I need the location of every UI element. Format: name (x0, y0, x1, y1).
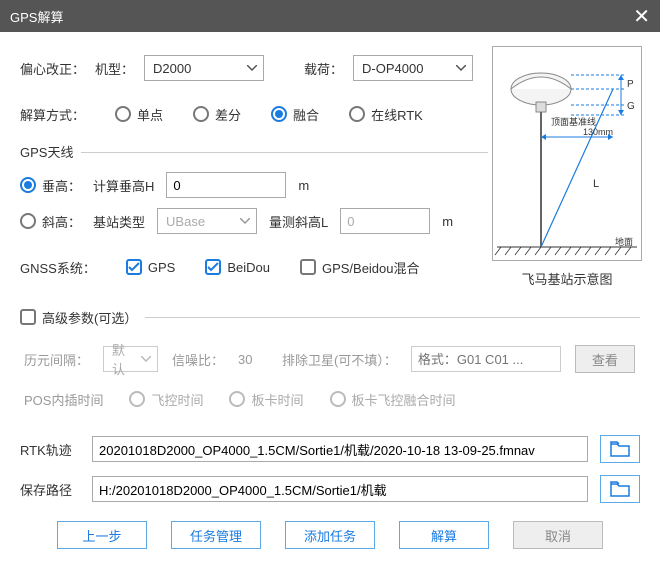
pos-opt1-radio: 飞控时间 (129, 390, 203, 409)
rtk-label: RTK轨迹 (20, 440, 80, 459)
chevron-down-icon (240, 218, 250, 224)
titlebar: GPS解算 ✕ (0, 0, 660, 32)
exclude-label: 排除卫星(可不填）： (282, 350, 397, 369)
method-label: 解算方式： (20, 105, 85, 124)
rtk-path-row: RTK轨迹 (20, 435, 640, 463)
method-row: 解算方式： 单点 差分 融合 在线RTK (20, 96, 488, 132)
slant-radio[interactable]: 斜高： (20, 212, 81, 231)
save-path-row: 保存路径 (20, 475, 640, 503)
station-type-value: UBase (166, 214, 205, 229)
method-fusion-radio[interactable]: 融合 (271, 105, 319, 124)
epoch-select: 默认 (103, 346, 158, 372)
eccentricity-label: 偏心改正： (20, 59, 85, 78)
diagram-letter-l: L (593, 178, 599, 190)
chevron-down-icon (247, 65, 257, 71)
prev-button[interactable]: 上一步 (57, 521, 147, 549)
cancel-button[interactable]: 取消 (513, 521, 603, 549)
gnss-beidou-checkbox[interactable]: BeiDou (205, 259, 270, 275)
pos-opt2-radio: 板卡时间 (229, 390, 303, 409)
diagram-caption: 飞马基站示意图 (492, 269, 642, 288)
calc-h-label: 计算垂高H (93, 176, 154, 195)
unit-m2: m (442, 214, 453, 229)
gnss-mix-checkbox[interactable]: GPS/Beidou混合 (300, 258, 420, 277)
diagram-letter-g: G (627, 101, 635, 112)
slant-row: 斜高： 基站类型 UBase 量测斜高L m (20, 203, 488, 239)
station-diagram: P G 顶面基准线 130mm L 地面 (492, 46, 642, 261)
station-type-label: 基站类型 (93, 212, 145, 231)
diagram-letter-p: P (627, 79, 634, 90)
slant-l-label: 量测斜高L (269, 212, 328, 231)
station-type-select[interactable]: UBase (157, 208, 257, 234)
chevron-down-icon (456, 65, 466, 71)
save-label: 保存路径 (20, 480, 80, 499)
close-icon[interactable]: ✕ (633, 4, 650, 29)
vertical-radio[interactable]: 垂高： (20, 176, 81, 195)
gnss-label: GNSS系统： (20, 258, 96, 277)
rtk-input[interactable] (92, 436, 588, 462)
vertical-row: 垂高： 计算垂高H m (20, 167, 488, 203)
window-title: GPS解算 (10, 7, 63, 26)
model-value: D2000 (153, 61, 191, 76)
view-button: 查看 (575, 345, 635, 373)
pos-opt3-radio: 板卡飞控融合时间 (330, 390, 456, 409)
method-single-radio[interactable]: 单点 (115, 105, 163, 124)
snr-value: 30 (238, 352, 268, 367)
save-input[interactable] (92, 476, 588, 502)
epoch-label: 历元间隔： (24, 350, 89, 369)
task-mgr-button[interactable]: 任务管理 (171, 521, 261, 549)
gnss-row: GNSS系统： GPS BeiDou GPS/Beidou混合 (20, 249, 488, 285)
antenna-group: GPS天线 (20, 142, 488, 161)
advanced-checkbox[interactable]: 高级参数(可选） (20, 308, 145, 327)
rtk-browse-button[interactable] (600, 435, 640, 463)
folder-icon (610, 441, 630, 457)
advanced-row1: 历元间隔： 默认 信噪比： 30 排除卫星(可不填）： 查看 (20, 343, 640, 375)
advanced-row2: POS内插时间 飞控时间 板卡时间 板卡飞控融合时间 (20, 383, 640, 415)
gnss-gps-checkbox[interactable]: GPS (126, 259, 175, 275)
slant-l-input (340, 208, 430, 234)
payload-select[interactable]: D-OP4000 (353, 55, 473, 81)
diagram-panel: P G 顶面基准线 130mm L 地面 飞马基站示意图 (492, 46, 642, 288)
advanced-group: 高级参数(可选） (20, 299, 640, 335)
diagram-dim: 130mm (583, 127, 613, 137)
payload-value: D-OP4000 (362, 61, 423, 76)
exclude-input (411, 346, 561, 372)
model-select[interactable]: D2000 (144, 55, 264, 81)
diagram-ground: 地面 (615, 236, 633, 247)
save-browse-button[interactable] (600, 475, 640, 503)
chevron-down-icon (141, 356, 151, 362)
folder-icon (610, 481, 630, 497)
method-diff-radio[interactable]: 差分 (193, 105, 241, 124)
calc-h-input[interactable] (166, 172, 286, 198)
model-label: 机型： (95, 59, 134, 78)
snr-label: 信噪比： (172, 350, 224, 369)
footer: 上一步 任务管理 添加任务 解算 取消 (20, 521, 640, 549)
diagram-baseline: 顶面基准线 (551, 116, 596, 127)
solve-button[interactable]: 解算 (399, 521, 489, 549)
method-rtk-radio[interactable]: 在线RTK (349, 105, 423, 124)
payload-label: 载荷： (304, 59, 343, 78)
unit-m: m (298, 178, 309, 193)
pos-label: POS内插时间 (24, 390, 103, 409)
add-task-button[interactable]: 添加任务 (285, 521, 375, 549)
eccentricity-row: 偏心改正： 机型： D2000 载荷： D-OP4000 (20, 50, 488, 86)
